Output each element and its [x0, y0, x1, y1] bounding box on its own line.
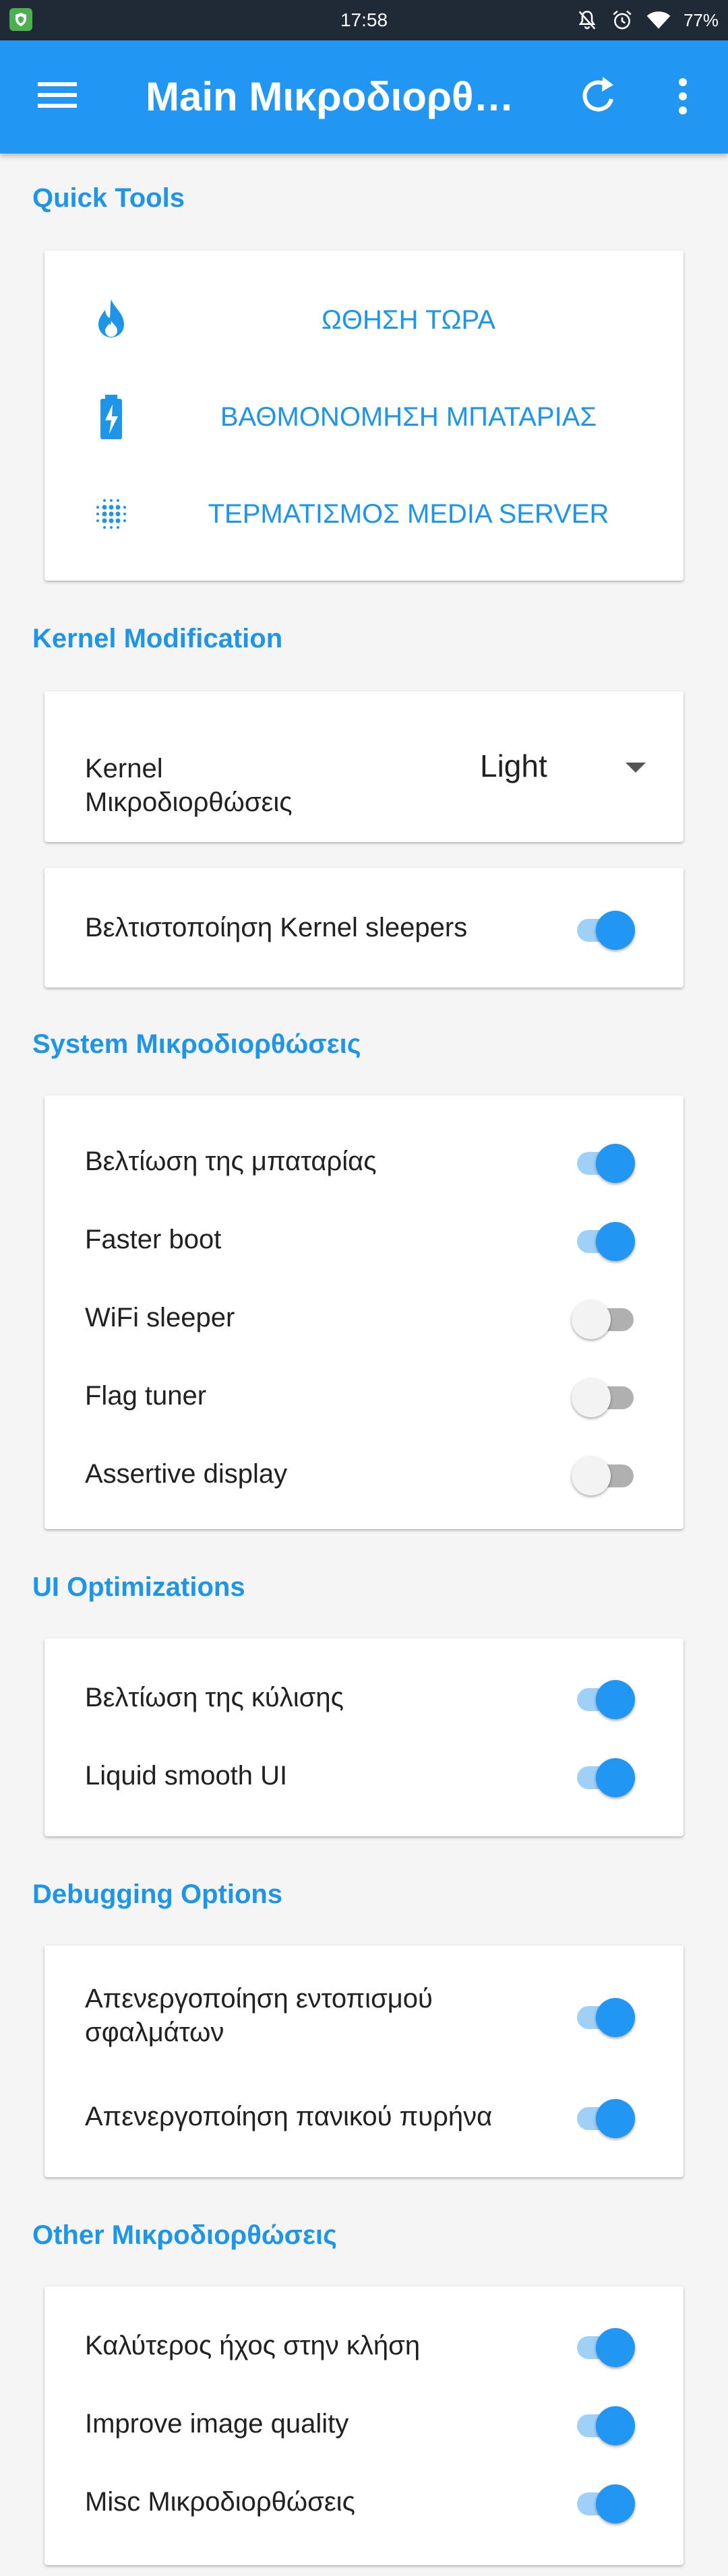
chevron-down-icon — [626, 763, 646, 773]
assertive-display-toggle[interactable] — [572, 1447, 634, 1501]
other-item-call-audio: Καλύτερος ήχος στην κλήση — [44, 2307, 684, 2385]
page-title: Main Μικροδιορθώσεις — [146, 74, 543, 119]
boost-now-label: ΩΘΗΣΗ ΤΩΡΑ — [322, 305, 495, 335]
other-item-image-quality: Improve image quality — [44, 2385, 684, 2463]
wifi-sleeper-toggle[interactable] — [572, 1291, 634, 1345]
refresh-icon[interactable] — [577, 70, 621, 121]
notifications-off-icon — [576, 9, 599, 32]
wifi-icon — [646, 9, 671, 32]
faster-boot-toggle[interactable] — [572, 1213, 635, 1266]
battery-calibration-button[interactable]: ΒΑΘΜΟΝΟΜΗΣΗ ΜΠΑΤΑΡΙΑΣ — [44, 373, 684, 461]
other-item-label: Misc Μικροδιορθώσεις — [85, 2487, 355, 2517]
debug-item-label-2: σφαλμάτων — [85, 2018, 224, 2047]
liquid-smooth-toggle[interactable] — [572, 1749, 635, 1803]
ui-item-label: Βελτίωση της κύλισης — [85, 1683, 344, 1712]
battery-text: 77% — [683, 9, 719, 30]
flag-tuner-toggle[interactable] — [572, 1369, 634, 1423]
ui-item-label: Liquid smooth UI — [85, 1761, 288, 1791]
kill-media-server-button[interactable]: ΤΕΡΜΑΤΙΣΜΟΣ MEDIA SERVER — [44, 470, 684, 558]
ui-item-scrolling: Βελτίωση της κύλισης — [44, 1659, 684, 1737]
kill-media-server-label: ΤΕΡΜΑΤΙΣΜΟΣ MEDIA SERVER — [208, 499, 609, 529]
ui-item-liquid-smooth: Liquid smooth UI — [44, 1737, 684, 1815]
section-title-debugging: Debugging Options — [32, 1879, 283, 1909]
other-tweaks-card: Καλύτερος ήχος στην κλήση Improve image … — [44, 2286, 684, 2565]
menu-icon[interactable] — [36, 74, 78, 116]
section-title-other: Other Μικροδιορθώσεις — [32, 2220, 337, 2250]
debug-item-label: Απενεργοποίηση εντοπισμού — [85, 1984, 433, 2014]
system-item-label: Assertive display — [85, 1459, 288, 1489]
scrolling-toggle[interactable] — [572, 1671, 635, 1725]
system-item-battery: Βελτίωση της μπαταρίας — [44, 1122, 684, 1200]
battery-improve-toggle[interactable] — [572, 1134, 635, 1188]
alarm-icon — [611, 9, 634, 32]
battery-calibration-label: ΒΑΘΜΟΝΟΜΗΣΗ ΜΠΑΤΑΡΙΑΣ — [220, 402, 597, 432]
debug-item-kernel-panic: Απενεργοποίηση πανικού πυρήνα — [44, 2078, 684, 2156]
fire-icon — [88, 296, 135, 344]
kernel-tweaks-dropdown[interactable]: Light — [480, 733, 662, 800]
error-tracking-toggle[interactable] — [572, 1989, 635, 2042]
kernel-tweaks-label: Kernel — [85, 754, 163, 783]
system-item-label: Faster boot — [85, 1225, 222, 1254]
kernel-sleepers-card: Βελτιστοποίηση Kernel sleepers — [44, 868, 684, 988]
system-item-flag-tuner: Flag tuner — [44, 1357, 684, 1435]
debugging-card: Απενεργοποίηση εντοπισμού σφαλμάτων Απεν… — [44, 1945, 684, 2177]
kernel-tweaks-card: Kernel Μικροδιορθώσεις Light — [44, 691, 684, 842]
boost-now-button[interactable]: ΩΘΗΣΗ ΤΩΡΑ — [44, 276, 684, 364]
more-vert-icon[interactable] — [666, 74, 700, 119]
ui-optimizations-card: Βελτίωση της κύλισης Liquid smooth UI — [44, 1638, 684, 1836]
system-item-assertive-display: Assertive display — [44, 1435, 684, 1513]
quick-tools-card: ΩΘΗΣΗ ΤΩΡΑ ΒΑΘΜΟΝΟΜΗΣΗ ΜΠΑΤΑΡΙΑΣ ΤΕΡΜΑΤΙ… — [44, 251, 684, 581]
status-bar: 17:58 77% — [0, 0, 728, 40]
dots-grid-icon — [88, 490, 135, 538]
section-title-kernel: Kernel Modification — [32, 624, 283, 653]
system-item-label: WiFi sleeper — [85, 1303, 235, 1332]
kernel-panic-toggle[interactable] — [572, 2090, 635, 2144]
debug-item-label: Απενεργοποίηση πανικού πυρήνα — [85, 2102, 493, 2131]
kernel-tweaks-value: Light — [480, 748, 547, 783]
image-quality-toggle[interactable] — [572, 2397, 635, 2451]
system-item-label: Flag tuner — [85, 1381, 207, 1411]
debug-item-error-tracking: Απενεργοποίηση εντοπισμού σφαλμάτων — [44, 1966, 684, 2060]
misc-tweaks-toggle[interactable] — [572, 2475, 635, 2529]
app-bar: Main Μικροδιορθώσεις — [0, 40, 728, 154]
section-title-ui: UI Optimizations — [32, 1572, 245, 1602]
kernel-tweaks-label-2: Μικροδιορθώσεις — [85, 787, 293, 817]
system-item-wifi-sleeper: WiFi sleeper — [44, 1279, 684, 1357]
other-item-label: Καλύτερος ήχος στην κλήση — [85, 2331, 421, 2360]
system-item-label: Βελτίωση της μπαταρίας — [85, 1147, 377, 1176]
battery-charging-icon — [88, 393, 135, 441]
section-title-quick-tools: Quick Tools — [32, 183, 185, 213]
other-item-label: Improve image quality — [85, 2409, 349, 2439]
other-item-misc: Misc Μικροδιορθώσεις — [44, 2463, 684, 2541]
call-audio-toggle[interactable] — [572, 2319, 635, 2373]
kernel-sleepers-toggle[interactable] — [572, 901, 635, 955]
system-tweaks-card: Βελτίωση της μπαταρίας Faster boot WiFi … — [44, 1095, 684, 1529]
section-title-system: System Μικροδιορθώσεις — [32, 1029, 361, 1059]
kernel-sleepers-label: Βελτιστοποίηση Kernel sleepers — [85, 913, 468, 942]
system-item-faster-boot: Faster boot — [44, 1200, 684, 1279]
